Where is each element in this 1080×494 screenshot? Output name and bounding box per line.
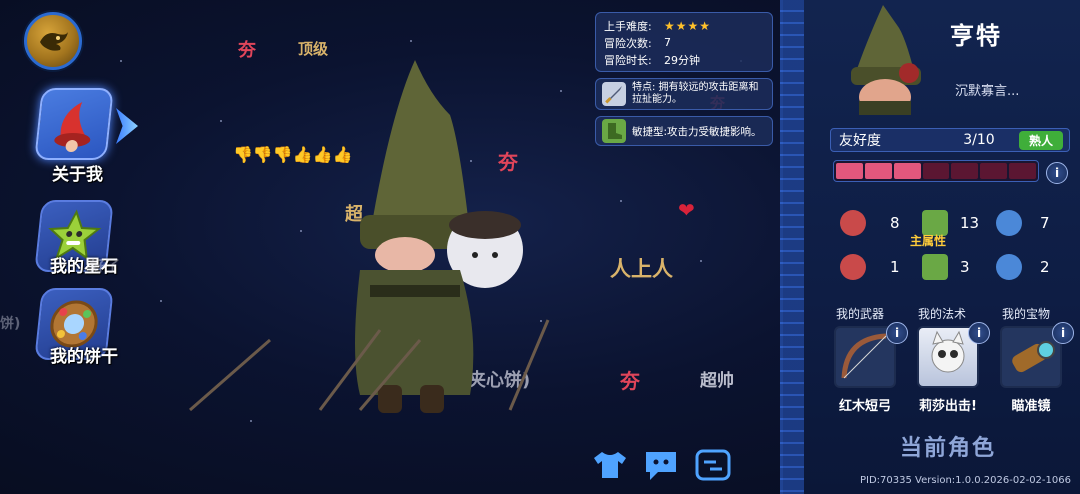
character-name: 亨特 bbox=[950, 22, 1002, 50]
stat-intelligence: 7 bbox=[996, 210, 1050, 236]
trait-text: 特点: 拥有较远的攻击距离和拉扯能力。 bbox=[632, 82, 759, 105]
friendship-segment bbox=[836, 163, 863, 179]
panel-border-decoration bbox=[780, 0, 804, 494]
main-attribute-label: 主属性 bbox=[910, 234, 947, 248]
version-text: PID:70335 Version:1.0.0.2026-02-02-1066 bbox=[860, 475, 1071, 486]
arrows-decoration bbox=[189, 319, 550, 412]
sword-icon bbox=[602, 82, 626, 106]
friendship-value: 3/10 bbox=[963, 132, 995, 148]
duration-value: 29分钟 bbox=[664, 53, 700, 67]
character-info-card: 上手难度: ★★★★ 冒险次数: 7 冒险时长: 29分钟 bbox=[595, 12, 773, 72]
spell-title: 我的法术 bbox=[918, 307, 967, 321]
eye-orb-icon bbox=[996, 210, 1022, 236]
stat-value: 8 bbox=[890, 214, 900, 232]
danmaku-text: 超帅 bbox=[700, 371, 734, 391]
spell-info-button[interactable]: i bbox=[968, 322, 990, 344]
current-role-label: 当前角色 bbox=[900, 436, 997, 461]
hunter-portrait bbox=[851, 5, 921, 115]
scope-icon bbox=[1012, 341, 1055, 373]
adventures-label: 冒险次数: bbox=[604, 36, 652, 50]
duration-label: 冒险时长: bbox=[604, 53, 652, 67]
treasure-name: 瞄准镜 bbox=[1011, 399, 1051, 414]
friendship-label: 友好度 bbox=[839, 133, 881, 149]
character-quote: 沉默寡言... bbox=[955, 84, 1020, 99]
profile-card-button[interactable] bbox=[693, 447, 733, 483]
friendship-info-button[interactable]: i bbox=[1046, 162, 1068, 184]
friendship-box: 友好度 3/10 熟人 bbox=[830, 128, 1070, 152]
friendship-segment bbox=[951, 163, 979, 179]
stat-agility-growth: 3 bbox=[922, 254, 970, 280]
back-button[interactable] bbox=[24, 12, 82, 70]
danmaku-text: 人上人 bbox=[610, 257, 673, 281]
agility-text: 敏捷型:攻击力受敏捷影响。 bbox=[632, 125, 762, 138]
treasure-info-button[interactable]: i bbox=[1052, 322, 1074, 344]
nav-about-me[interactable]: 关于我 bbox=[34, 88, 148, 185]
friendship-segment bbox=[864, 163, 892, 179]
difficulty-label: 上手难度: bbox=[604, 19, 652, 33]
spell-name: 莉莎出击! bbox=[919, 399, 977, 414]
nav-my-cookie[interactable]: 我的饼干 bbox=[34, 288, 148, 367]
friendship-segment bbox=[1009, 163, 1037, 179]
chat-bubble-icon bbox=[646, 452, 676, 480]
friendship-segment bbox=[922, 163, 950, 179]
heart-icon: ❤ bbox=[678, 198, 695, 222]
stat-value: 1 bbox=[890, 258, 900, 276]
danmaku-text: 夯 bbox=[238, 40, 256, 61]
adventures-value: 7 bbox=[664, 36, 671, 49]
fist-up-icon bbox=[840, 254, 866, 280]
treasure-title: 我的宝物 bbox=[1002, 307, 1051, 321]
stat-value: 13 bbox=[960, 214, 980, 232]
outfit-button[interactable] bbox=[590, 447, 630, 483]
friendship-badge: 熟人 bbox=[1018, 130, 1063, 150]
chat-button[interactable] bbox=[641, 447, 681, 483]
weapon-info-button[interactable]: i bbox=[886, 322, 908, 344]
stat-value: 3 bbox=[960, 258, 970, 276]
stat-intelligence-growth: 2 bbox=[996, 254, 1050, 280]
nav-my-cookie-label: 我的饼干 bbox=[50, 347, 118, 367]
eye-orb-up-icon bbox=[996, 254, 1022, 280]
weapon-name: 红木短弓 bbox=[838, 399, 891, 414]
stat-value: 7 bbox=[1040, 214, 1050, 232]
agility-card: 敏捷型:攻击力受敏捷影响。 bbox=[595, 116, 773, 146]
id-card-icon bbox=[695, 449, 731, 481]
nav-about-me-label: 关于我 bbox=[52, 165, 103, 185]
fist-icon bbox=[840, 210, 866, 236]
stat-value: 2 bbox=[1040, 258, 1050, 276]
gnome-hat-icon bbox=[34, 88, 114, 160]
weapon-title: 我的武器 bbox=[836, 307, 885, 321]
friendship-segment bbox=[893, 163, 921, 179]
danmaku-text: 夯 bbox=[620, 369, 640, 393]
stat-strength-growth: 1 bbox=[840, 254, 900, 280]
trait-card: 特点: 拥有较远的攻击距离和拉扯能力。 bbox=[595, 78, 773, 110]
stat-strength: 8 bbox=[840, 210, 900, 236]
bird-emblem-icon bbox=[40, 32, 68, 51]
friendship-progress-bar bbox=[833, 160, 1039, 182]
difficulty-stars: ★★★★ bbox=[664, 18, 712, 33]
danmaku-text: 饼) bbox=[0, 316, 21, 332]
selected-chevron-icon bbox=[116, 108, 138, 144]
danmaku-text: 好了 bbox=[90, 257, 121, 275]
shirt-icon bbox=[594, 452, 626, 478]
agility-up-icon bbox=[922, 254, 948, 280]
friendship-segment bbox=[980, 163, 1008, 179]
bow-icon bbox=[841, 333, 887, 379]
agility-boot-icon bbox=[602, 119, 626, 143]
